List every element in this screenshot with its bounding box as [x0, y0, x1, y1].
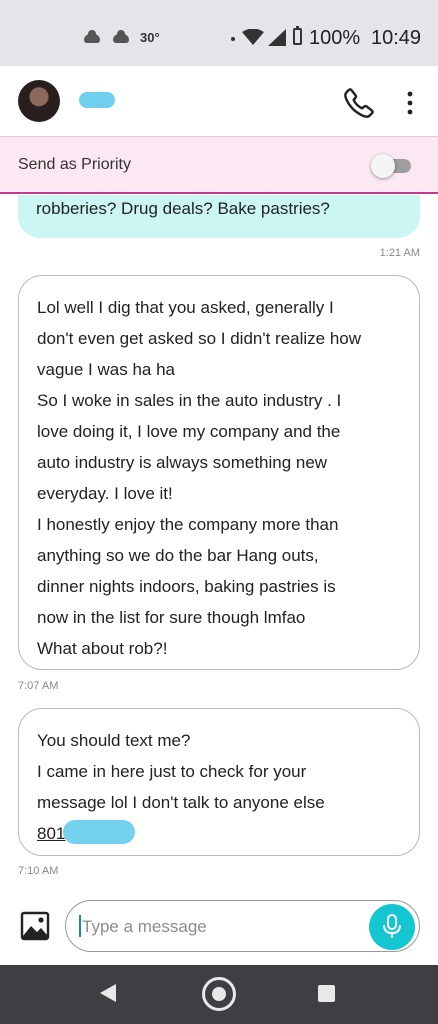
message-input-box[interactable] — [65, 900, 420, 952]
wifi-icon — [242, 29, 264, 45]
clock: 10:49 — [371, 27, 422, 49]
avatar[interactable] — [18, 80, 60, 122]
incoming-message-bubble[interactable]: You should text me? I came in here just … — [18, 708, 420, 856]
message-line: You should text me? — [37, 731, 191, 750]
voice-message-button[interactable] — [369, 904, 415, 950]
home-icon[interactable] — [202, 977, 236, 1011]
message-line: vague I was ha ha — [37, 360, 175, 379]
cloud-icon — [84, 30, 100, 43]
gallery-icon[interactable] — [20, 911, 50, 941]
message-line: Lol well I dig that you asked, generally… — [37, 298, 334, 317]
outgoing-message-bubble[interactable]: robberies? Drug deals? Bake pastries? — [18, 195, 420, 238]
message-timestamp: 7:07 AM — [18, 680, 59, 692]
message-line: dinner nights indoors, baking pastries i… — [37, 577, 336, 596]
message-list[interactable]: robberies? Drug deals? Bake pastries? 1:… — [0, 195, 438, 895]
phone-number-redacted — [63, 820, 135, 844]
message-input[interactable] — [80, 916, 364, 938]
message-line: 801 — [37, 818, 403, 849]
contact-name-redacted[interactable] — [79, 92, 115, 108]
phone-number-link[interactable]: 801 — [37, 818, 155, 849]
cloud-icon — [113, 30, 129, 43]
message-timestamp: 7:10 AM — [18, 865, 59, 877]
priority-label: Send as Priority — [18, 156, 131, 173]
microphone-icon — [383, 914, 401, 938]
message-text: robberies? Drug deals? Bake pastries? — [36, 199, 330, 218]
signal-icon — [268, 29, 286, 46]
message-line: auto industry is always something new — [37, 453, 328, 472]
message-line: So I woke in sales in the auto industry … — [37, 391, 342, 410]
battery-icon — [293, 26, 302, 45]
message-line: love doing it, I love my company and the — [37, 422, 341, 441]
notification-dot-icon — [231, 37, 235, 41]
back-icon[interactable] — [100, 984, 116, 1002]
message-line: message lol I don't talk to anyone else — [37, 793, 325, 812]
message-timestamp: 1:21 AM — [379, 247, 420, 259]
recents-icon[interactable] — [318, 985, 335, 1002]
phone-icon[interactable] — [342, 86, 376, 120]
status-bar: 30° 100% 10:49 — [0, 0, 438, 66]
message-line: anything so we do the bar Hang outs, — [37, 546, 319, 565]
message-line: I honestly enjoy the company more than — [37, 515, 339, 534]
message-line: What about rob?! — [37, 639, 168, 658]
message-line: everyday. I love it! — [37, 484, 173, 503]
message-line: I came in here just to check for your — [37, 762, 307, 781]
system-navigation-bar — [0, 965, 438, 1024]
send-as-priority-bar: Send as Priority — [0, 136, 438, 194]
temperature: 30° — [140, 30, 160, 45]
battery-percent: 100% — [309, 27, 361, 49]
message-line: don't even get asked so I didn't realize… — [37, 329, 362, 348]
message-line: now in the list for sure though lmfao — [37, 608, 306, 627]
incoming-message-bubble[interactable]: Lol well I dig that you asked, generally… — [18, 275, 420, 670]
phone-number-prefix: 801 — [37, 824, 66, 843]
conversation-header — [0, 66, 438, 136]
toggle-knob[interactable] — [371, 154, 395, 178]
more-vert-icon[interactable] — [400, 90, 420, 116]
